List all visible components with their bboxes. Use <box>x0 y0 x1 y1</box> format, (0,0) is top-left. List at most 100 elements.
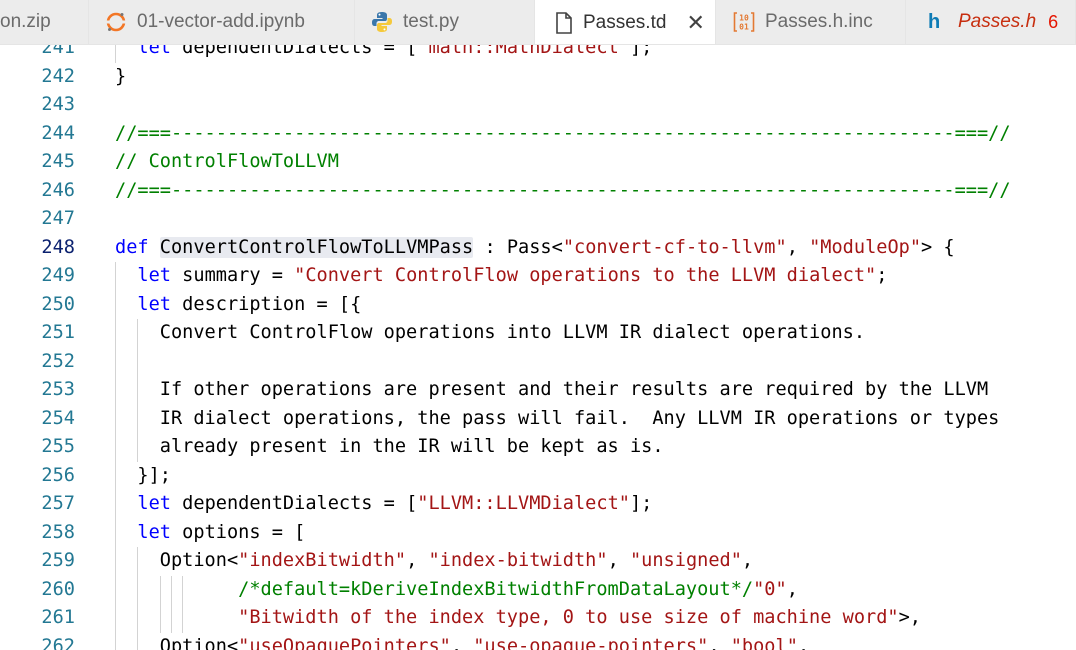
indent-guide <box>115 547 116 576</box>
line-number: 245 <box>41 151 75 172</box>
line-number: 247 <box>41 208 75 229</box>
jupyter-icon <box>105 11 127 33</box>
line-number: 246 <box>41 179 75 201</box>
line-number: 250 <box>41 293 75 315</box>
tab-test-py[interactable]: test.py <box>355 0 535 44</box>
line-number: 244 <box>41 122 75 144</box>
indent-guide <box>115 404 116 433</box>
indent-guide <box>137 347 139 376</box>
svg-text:01: 01 <box>739 23 749 32</box>
code-line[interactable]: 249 let summary = "Convert ControlFlow o… <box>0 262 1076 291</box>
indent-guide <box>137 575 139 604</box>
tab-on-zip[interactable]: on.zip <box>0 0 89 44</box>
line-number: 253 <box>41 379 75 400</box>
indent-guide <box>115 45 116 63</box>
indent-guide <box>115 604 116 633</box>
editor-tab-bar: on.zip 01-vector-add.ipynb test.py Passe… <box>0 0 1076 45</box>
line-number: 241 <box>41 45 75 58</box>
code-line[interactable]: 260 /*default=kDeriveIndexBitwidthFromDa… <box>0 576 1076 605</box>
line-text: Option<"indexBitwidth", "index-bitwidth"… <box>115 550 754 571</box>
code-line[interactable]: 244 //===--------------------------------… <box>0 120 1076 149</box>
code-line[interactable]: 243 <box>0 91 1076 120</box>
line-text: let summary = "Convert ControlFlow opera… <box>137 265 888 286</box>
code-line[interactable]: 248 def ConvertControlFlowToLLVMPass : Pa… <box>0 234 1076 263</box>
indent-guide <box>115 290 116 319</box>
code-line[interactable]: 254 IR dialect operations, the pass will… <box>0 405 1076 434</box>
tab-vector-add-notebook[interactable]: 01-vector-add.ipynb <box>89 0 355 44</box>
tab-passes-td[interactable]: Passes.td ✕ <box>535 0 716 44</box>
code-line[interactable]: 261 "Bitwidth of the index type, 0 to us… <box>0 604 1076 633</box>
indent-guide <box>115 262 116 291</box>
line-number: 254 <box>41 407 75 429</box>
indent-guide <box>182 604 184 633</box>
indent-guide <box>115 490 116 519</box>
code-line[interactable]: 256 }]; <box>0 462 1076 491</box>
binary-file-icon: 10 01 <box>733 11 755 33</box>
indent-guide <box>115 518 116 547</box>
line-text: let dependentDialects = ["math::MathDial… <box>137 45 653 58</box>
indent-guide <box>182 575 184 604</box>
line-number: 242 <box>41 65 75 87</box>
problem-count-badge: 6 <box>1048 11 1059 32</box>
line-text: // ControlFlowToLLVM <box>115 151 339 172</box>
indent-guide <box>115 433 116 462</box>
line-text: //===-----------------------------------… <box>115 122 1011 144</box>
code-line[interactable]: 259 Option<"indexBitwidth", "index-bitwi… <box>0 547 1076 576</box>
indent-guide <box>159 604 161 633</box>
tab-label: test.py <box>403 11 459 32</box>
tab-passes-h-inc[interactable]: 10 01 Passes.h.inc <box>716 0 906 44</box>
line-number: 251 <box>41 322 75 343</box>
code-line[interactable]: 253 If other operations are present and … <box>0 376 1076 405</box>
indent-guide <box>115 376 116 405</box>
indent-guide <box>137 433 139 462</box>
code-line[interactable]: 258 let options = [ <box>0 519 1076 548</box>
code-line[interactable]: 247 <box>0 205 1076 234</box>
code-editor[interactable]: 241 let dependentDialects = ["math::Math… <box>0 45 1076 650</box>
line-text: } <box>115 65 127 87</box>
line-text: already present in the IR will be kept a… <box>115 436 664 457</box>
line-text: /*default=kDeriveIndexBitwidthFromDataLa… <box>238 578 798 600</box>
c-header-icon: h <box>928 10 941 33</box>
line-number: 256 <box>41 464 75 486</box>
line-text: IR dialect operations, the pass will fai… <box>115 407 1000 429</box>
tab-passes-h[interactable]: h Passes.h 6 <box>906 0 1076 44</box>
code-line[interactable]: 262 Option<"useOpaquePointers", "use-opa… <box>0 633 1076 650</box>
line-number: 262 <box>41 635 75 650</box>
tab-label: Passes.h.inc <box>765 11 873 32</box>
indent-guide <box>137 547 139 576</box>
line-number: 258 <box>41 521 75 543</box>
line-text: let description = [{ <box>137 293 362 315</box>
code-line[interactable]: 242} <box>0 63 1076 92</box>
indent-guide <box>115 347 116 376</box>
close-icon[interactable]: ✕ <box>686 10 704 36</box>
highlighted-symbol: ConvertControlFlowToLLVMPass <box>159 236 474 258</box>
indent-guide <box>137 404 139 433</box>
code-line[interactable]: 251 Convert ControlFlow operations into … <box>0 319 1076 348</box>
python-icon <box>371 11 393 33</box>
code-line[interactable]: 250 let description = [{ <box>0 291 1076 320</box>
code-line[interactable]: 246 //===--------------------------------… <box>0 177 1076 206</box>
line-text: def ConvertControlFlowToLLVMPass : Pass<… <box>115 236 955 258</box>
tab-label: Passes.h <box>958 11 1037 32</box>
line-text: If other operations are present and thei… <box>115 379 989 400</box>
code-line[interactable]: 257 let dependentDialects = ["LLVM::LLVM… <box>0 490 1076 519</box>
code-line[interactable]: 252 <box>0 348 1076 377</box>
file-icon <box>555 11 573 34</box>
line-number: 248 <box>41 236 75 258</box>
indent-guide <box>115 319 116 348</box>
indent-guide <box>115 632 116 650</box>
tab-label: 01-vector-add.ipynb <box>137 11 305 32</box>
line-number: 243 <box>41 94 75 115</box>
line-number: 260 <box>41 578 75 600</box>
indent-guide <box>170 575 172 604</box>
line-number: 257 <box>41 493 75 514</box>
line-text: let options = [ <box>137 521 306 543</box>
code-line[interactable]: 241 let dependentDialects = ["math::Math… <box>0 45 1076 63</box>
indent-guide <box>137 376 139 405</box>
code-line[interactable]: 245 // ControlFlowToLLVM <box>0 148 1076 177</box>
svg-text:10: 10 <box>739 14 749 23</box>
code-line[interactable]: 255 already present in the IR will be ke… <box>0 433 1076 462</box>
line-text: Option<"useOpaquePointers", "use-opaque-… <box>115 635 810 650</box>
tab-label: Passes.td <box>583 11 667 33</box>
line-number: 255 <box>41 436 75 457</box>
